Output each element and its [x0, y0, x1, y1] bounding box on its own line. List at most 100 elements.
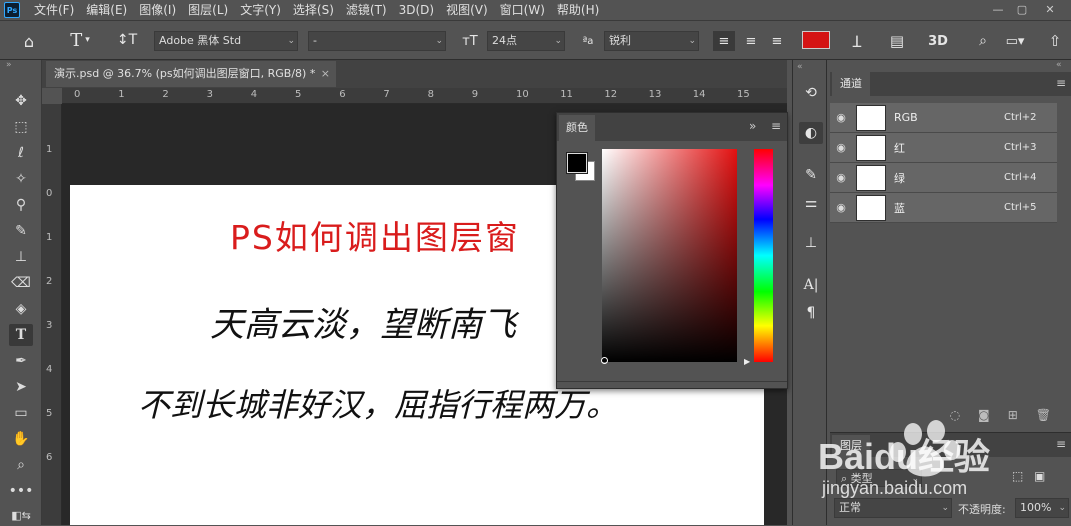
- type-tool-icon[interactable]: T: [9, 324, 33, 346]
- pen-tool-icon[interactable]: ✒: [9, 350, 33, 372]
- ruler-tick-label: 13: [648, 89, 662, 100]
- document-tab-title: 演示.psd @ 36.7% (ps如何调出图层窗口, RGB/8) *: [54, 67, 316, 80]
- character-icon[interactable]: A|: [799, 274, 823, 296]
- filter-shape-icon[interactable]: ⬚: [1012, 469, 1023, 483]
- marquee-tool-icon[interactable]: ⬚: [9, 116, 33, 138]
- collapse-panels-icon[interactable]: «: [1056, 60, 1062, 70]
- menu-select[interactable]: 选择(S): [287, 0, 340, 20]
- layers-tab[interactable]: 图层: [832, 435, 870, 457]
- eyedropper-tool-icon[interactable]: ⚲: [9, 194, 33, 216]
- ruler-tick-label: 14: [692, 89, 706, 100]
- document-title-text: PS如何调出图层窗: [230, 218, 520, 257]
- adjustments-icon[interactable]: ⚌: [799, 192, 823, 214]
- minimize-icon[interactable]: —: [986, 0, 1010, 18]
- close-tab-icon[interactable]: ×: [321, 61, 330, 87]
- layers-menu-icon[interactable]: ≡: [1056, 437, 1066, 451]
- text-color-swatch[interactable]: [802, 31, 830, 49]
- rectangle-tool-icon[interactable]: ▭: [9, 402, 33, 424]
- color-picker-marker[interactable]: [601, 357, 608, 364]
- channel-thumbnail: [856, 194, 886, 221]
- new-channel-icon[interactable]: ⊞: [1008, 408, 1018, 422]
- search-icon[interactable]: ⌕: [972, 30, 994, 52]
- ruler-tick-label: 2: [162, 89, 169, 100]
- move-tool-icon[interactable]: ✥: [9, 90, 33, 112]
- menu-filter[interactable]: 滤镜(T): [340, 0, 393, 20]
- hue-slider[interactable]: [754, 149, 773, 362]
- paint-bucket-tool-icon[interactable]: ◈: [9, 298, 33, 320]
- channel-row[interactable]: ◉ 蓝 Ctrl+5: [830, 193, 1057, 223]
- maximize-icon[interactable]: ▢: [1010, 0, 1034, 18]
- saturation-value-field[interactable]: [602, 149, 737, 362]
- menu-image[interactable]: 图像(I): [133, 0, 182, 20]
- collapse-strip-icon[interactable]: «: [797, 62, 803, 72]
- load-selection-icon[interactable]: ◌: [950, 408, 960, 422]
- antialias-icon: ªa: [582, 35, 594, 47]
- document-tab[interactable]: 演示.psd @ 36.7% (ps如何调出图层窗口, RGB/8) * ×: [46, 61, 336, 87]
- filter-smart-object-icon[interactable]: ▣: [1034, 469, 1045, 483]
- expand-panel-icon[interactable]: »: [749, 119, 756, 133]
- menu-help[interactable]: 帮助(H): [551, 0, 605, 20]
- options-bar: ⌂ T ▾ ↕T Adobe 黑体 Std ⌄ - ⌄ ᴛT 24点 ⌄ ªa 锐利 ⌄ …: [0, 20, 1071, 60]
- align-left-icon[interactable]: ≡: [713, 31, 735, 51]
- brush-settings-icon[interactable]: ✎: [799, 164, 823, 186]
- eraser-tool-icon[interactable]: ⌫: [9, 272, 33, 294]
- panel-menu-icon[interactable]: ≡: [771, 119, 781, 133]
- save-selection-icon[interactable]: ◙: [978, 408, 990, 422]
- font-size-select[interactable]: 24点 ⌄: [487, 31, 565, 51]
- menu-view[interactable]: 视图(V): [440, 0, 494, 20]
- magic-wand-tool-icon[interactable]: ✧: [9, 168, 33, 190]
- menu-edit[interactable]: 编辑(E): [80, 0, 133, 20]
- path-selection-tool-icon[interactable]: ➤: [9, 376, 33, 398]
- share-icon[interactable]: ⇧: [1044, 30, 1066, 52]
- color-swap-icon[interactable]: ◧⇆: [9, 504, 33, 526]
- opacity-input[interactable]: 100% ⌄: [1015, 498, 1069, 518]
- visibility-eye-icon[interactable]: ◉: [830, 111, 852, 124]
- channel-row[interactable]: ◉ 红 Ctrl+3: [830, 133, 1057, 163]
- close-window-icon[interactable]: ✕: [1038, 0, 1062, 18]
- brush-tool-icon[interactable]: ✎: [9, 220, 33, 242]
- visibility-eye-icon[interactable]: ◉: [830, 141, 852, 154]
- history-panel-icon[interactable]: ⟲: [799, 82, 823, 104]
- panel-icon-strip: « ⟲ ◐ ✎ ⚌ ⊥ A| ¶: [792, 60, 827, 525]
- menu-layer[interactable]: 图层(L): [182, 0, 234, 20]
- channel-row[interactable]: ◉ RGB Ctrl+2: [830, 103, 1057, 133]
- menu-window[interactable]: 窗口(W): [494, 0, 551, 20]
- channel-row[interactable]: ◉ 绿 Ctrl+4: [830, 163, 1057, 193]
- visibility-eye-icon[interactable]: ◉: [830, 171, 852, 184]
- lasso-tool-icon[interactable]: ℓ: [9, 142, 33, 164]
- home-icon[interactable]: ⌂: [18, 31, 40, 51]
- more-tools-icon[interactable]: •••: [9, 480, 34, 502]
- menu-file[interactable]: 文件(F): [28, 0, 80, 20]
- character-panel-icon[interactable]: ▤: [886, 30, 908, 52]
- layer-filter-select[interactable]: ⌕ 类型 ⌄: [836, 469, 922, 487]
- workspace-icon[interactable]: ▭▾: [1000, 30, 1030, 52]
- align-right-icon[interactable]: ≡: [766, 31, 788, 51]
- color-panel-tab[interactable]: 颜色: [559, 115, 595, 141]
- paragraph-icon[interactable]: ¶: [799, 302, 823, 324]
- stamp-tool-icon[interactable]: ⊥: [9, 246, 33, 268]
- hue-slider-handle[interactable]: ▶: [744, 357, 750, 366]
- menu-type[interactable]: 文字(Y): [234, 0, 287, 20]
- font-family-select[interactable]: Adobe 黑体 Std ⌄: [154, 31, 298, 51]
- color-panel-icon[interactable]: ◐: [799, 122, 823, 144]
- delete-channel-icon[interactable]: 🗑: [1036, 408, 1051, 422]
- visibility-eye-icon[interactable]: ◉: [830, 201, 852, 214]
- search-icon: ⌕: [841, 472, 851, 485]
- clone-source-icon[interactable]: ⊥: [799, 232, 823, 254]
- menu-3d[interactable]: 3D(D): [393, 0, 440, 20]
- antialias-select[interactable]: 锐利 ⌄: [604, 31, 699, 51]
- warp-text-icon[interactable]: Ʇ: [846, 30, 868, 52]
- align-center-icon[interactable]: ≡: [740, 31, 762, 51]
- hand-tool-icon[interactable]: ✋: [9, 428, 33, 450]
- channels-menu-icon[interactable]: ≡: [1056, 76, 1066, 90]
- blend-mode-select[interactable]: 正常 ⌄: [834, 498, 952, 518]
- zoom-tool-icon[interactable]: ⌕: [9, 454, 33, 476]
- collapse-toolbar-icon[interactable]: »: [6, 60, 12, 70]
- channels-tab[interactable]: 通道: [832, 72, 870, 96]
- type-tool-preset-icon[interactable]: T ▾: [62, 29, 98, 51]
- ruler-tick-label: 1: [46, 144, 53, 155]
- toggle-text-orientation-icon[interactable]: ↕T: [116, 29, 138, 51]
- 3d-icon[interactable]: 3D: [926, 30, 950, 52]
- foreground-color-swatch[interactable]: [566, 152, 588, 174]
- font-style-select[interactable]: - ⌄: [308, 31, 446, 51]
